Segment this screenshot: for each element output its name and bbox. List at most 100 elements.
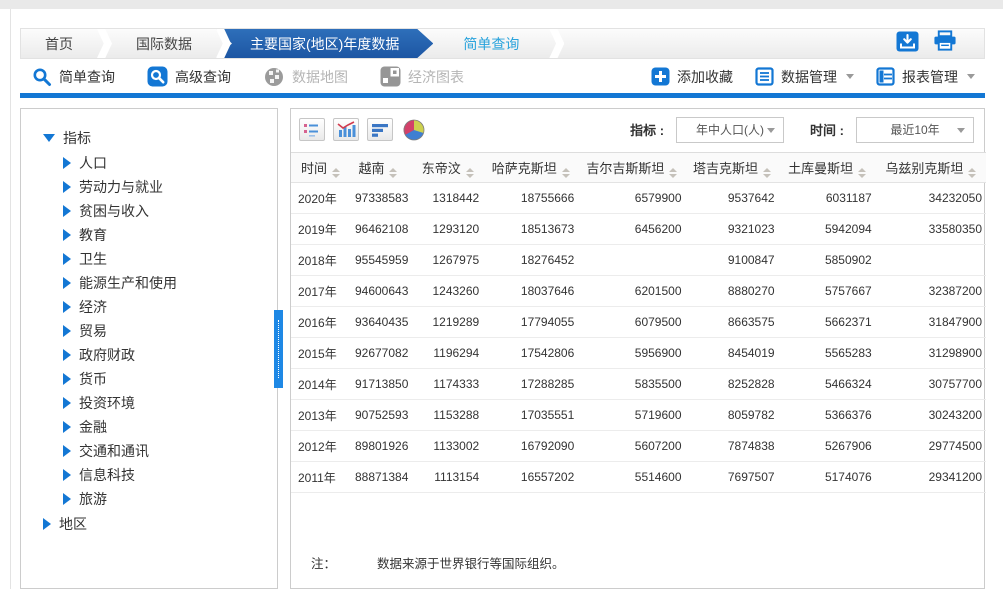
year-cell: 2015年 bbox=[291, 338, 344, 369]
value-cell: 7874838 bbox=[686, 431, 779, 462]
value-cell: 9100847 bbox=[686, 245, 779, 276]
value-cell: 6079500 bbox=[578, 307, 685, 338]
breadcrumb-annual-data-active-tab[interactable]: 主要国家(地区)年度数据 bbox=[216, 29, 433, 58]
table-row: 2014年91713850117433317288285583550082528… bbox=[291, 369, 986, 400]
tool-label: 简单查询 bbox=[59, 67, 115, 87]
sidebar-item-人口[interactable]: 人口 bbox=[21, 151, 277, 175]
sidebar-item-regions[interactable]: 地区 bbox=[21, 511, 277, 537]
breadcrumb-international-data[interactable]: 国际数据 bbox=[112, 29, 216, 58]
sidebar-item-能源生产和使用[interactable]: 能源生产和使用 bbox=[21, 271, 277, 295]
value-cell: 5267906 bbox=[779, 431, 876, 462]
triangle-right-icon bbox=[63, 493, 71, 505]
time-select[interactable]: 最近10年 bbox=[856, 117, 974, 143]
table-row: 2016年93640435121928917794055607950086635… bbox=[291, 307, 986, 338]
report-manage-icon bbox=[876, 67, 895, 86]
download-icon[interactable] bbox=[895, 30, 919, 52]
triangle-right-icon bbox=[63, 253, 71, 265]
indicator-select[interactable]: 年中人口(人) bbox=[676, 117, 784, 143]
tool-report-manage[interactable]: 报表管理 bbox=[876, 67, 975, 87]
value-cell: 7697507 bbox=[686, 462, 779, 493]
tool-label: 数据地图 bbox=[292, 67, 348, 87]
sidebar-item-经济[interactable]: 经济 bbox=[21, 295, 277, 319]
triangle-right-icon bbox=[63, 445, 71, 457]
sidebar-item-金融[interactable]: 金融 bbox=[21, 415, 277, 439]
economic-chart-icon bbox=[380, 66, 401, 87]
sidebar-item-信息科技[interactable]: 信息科技 bbox=[21, 463, 277, 487]
year-cell: 2011年 bbox=[291, 462, 344, 493]
sort-icon bbox=[332, 168, 340, 178]
sidebar-item-教育[interactable]: 教育 bbox=[21, 223, 277, 247]
column-header-时间[interactable]: 时间 bbox=[291, 153, 344, 183]
column-header-越南[interactable]: 越南 bbox=[344, 153, 413, 183]
triangle-right-icon bbox=[63, 397, 71, 409]
window-top-strip bbox=[0, 0, 1003, 9]
table-row: 2020年97338583131844218755666657990095376… bbox=[291, 183, 986, 214]
triangle-right-icon bbox=[63, 373, 71, 385]
value-cell: 18276452 bbox=[483, 245, 578, 276]
column-header-label: 时间 bbox=[301, 161, 327, 176]
value-cell: 1318442 bbox=[412, 183, 483, 214]
sidebar-item-投资环境[interactable]: 投资环境 bbox=[21, 391, 277, 415]
column-header-哈萨克斯坦[interactable]: 哈萨克斯坦 bbox=[483, 153, 578, 183]
year-cell: 2014年 bbox=[291, 369, 344, 400]
column-header-土库曼斯坦[interactable]: 土库曼斯坦 bbox=[779, 153, 876, 183]
value-cell: 1196294 bbox=[412, 338, 483, 369]
value-cell: 5850902 bbox=[779, 245, 876, 276]
sidebar-item-交通和通讯[interactable]: 交通和通讯 bbox=[21, 439, 277, 463]
value-cell: 8454019 bbox=[686, 338, 779, 369]
printer-icon[interactable] bbox=[933, 30, 957, 52]
value-cell: 5942094 bbox=[779, 214, 876, 245]
year-cell: 2016年 bbox=[291, 307, 344, 338]
column-header-label: 吉尔吉斯斯坦 bbox=[586, 161, 664, 176]
chevron-down-icon bbox=[846, 74, 854, 79]
sidebar-item-贸易[interactable]: 贸易 bbox=[21, 319, 277, 343]
tool-data-manage[interactable]: 数据管理 bbox=[755, 67, 854, 87]
header-actions bbox=[895, 30, 957, 52]
column-header-吉尔吉斯斯坦[interactable]: 吉尔吉斯斯坦 bbox=[578, 153, 685, 183]
sidebar-item-indicators[interactable]: 指标 bbox=[21, 125, 277, 151]
footnote-text: 数据来源于世界银行等国际组织。 bbox=[377, 553, 565, 572]
sidebar-item-旅游[interactable]: 旅游 bbox=[21, 487, 277, 511]
column-header-label: 哈萨克斯坦 bbox=[492, 161, 557, 176]
tree-label: 经济 bbox=[79, 297, 107, 317]
column-header-东帝汶[interactable]: 东帝汶 bbox=[412, 153, 483, 183]
column-header-塔吉克斯坦[interactable]: 塔吉克斯坦 bbox=[686, 153, 779, 183]
value-cell: 18755666 bbox=[483, 183, 578, 214]
value-cell: 33580350 bbox=[876, 214, 986, 245]
tree-label: 能源生产和使用 bbox=[79, 273, 177, 293]
filters: 指标 : 年中人口(人) 时间 : 最近10年 bbox=[630, 117, 974, 143]
pie-chart-view-icon[interactable] bbox=[401, 117, 427, 143]
panel-controls: 指标 : 年中人口(人) 时间 : 最近10年 bbox=[291, 109, 984, 149]
list-view-icon[interactable] bbox=[299, 118, 325, 141]
tree-label: 贸易 bbox=[79, 321, 107, 341]
search-icon bbox=[32, 67, 52, 87]
value-cell: 89801926 bbox=[344, 431, 413, 462]
tree-label: 金融 bbox=[79, 417, 107, 437]
breadcrumb-home[interactable]: 首页 bbox=[21, 29, 97, 58]
year-cell: 2017年 bbox=[291, 276, 344, 307]
value-cell: 1133002 bbox=[412, 431, 483, 462]
tool-add-favorite[interactable]: 添加收藏 bbox=[651, 67, 733, 87]
time-select-value: 最近10年 bbox=[890, 121, 939, 138]
sort-icon bbox=[389, 168, 397, 178]
sidebar-resize-handle[interactable] bbox=[274, 310, 283, 388]
bar-chart-view-icon[interactable] bbox=[333, 118, 359, 141]
table-row: 2017年94600643124326018037646620150088802… bbox=[291, 276, 986, 307]
breadcrumb-simple-query[interactable]: 简单查询 bbox=[433, 29, 549, 58]
column-header-乌兹别克斯坦[interactable]: 乌兹别克斯坦 bbox=[876, 153, 986, 183]
sidebar-item-卫生[interactable]: 卫生 bbox=[21, 247, 277, 271]
tool-simple-query[interactable]: 简单查询 bbox=[32, 67, 115, 87]
sidebar-item-政府财政[interactable]: 政府财政 bbox=[21, 343, 277, 367]
sidebar-item-劳动力与就业[interactable]: 劳动力与就业 bbox=[21, 175, 277, 199]
tool-advanced-query[interactable]: 高级查询 bbox=[147, 66, 231, 87]
tree-label: 地区 bbox=[59, 514, 87, 534]
tree-label: 政府财政 bbox=[79, 345, 135, 365]
window-left-edge bbox=[10, 9, 11, 589]
tree-label: 贫困与收入 bbox=[79, 201, 149, 221]
breadcrumb: 首页 国际数据 主要国家(地区)年度数据 简单查询 bbox=[20, 28, 985, 59]
value-cell: 16792090 bbox=[483, 431, 578, 462]
horizontal-bar-view-icon[interactable] bbox=[367, 118, 393, 141]
sidebar-item-贫困与收入[interactable]: 贫困与收入 bbox=[21, 199, 277, 223]
sidebar-item-货币[interactable]: 货币 bbox=[21, 367, 277, 391]
footnote-label: 注： bbox=[311, 553, 351, 572]
